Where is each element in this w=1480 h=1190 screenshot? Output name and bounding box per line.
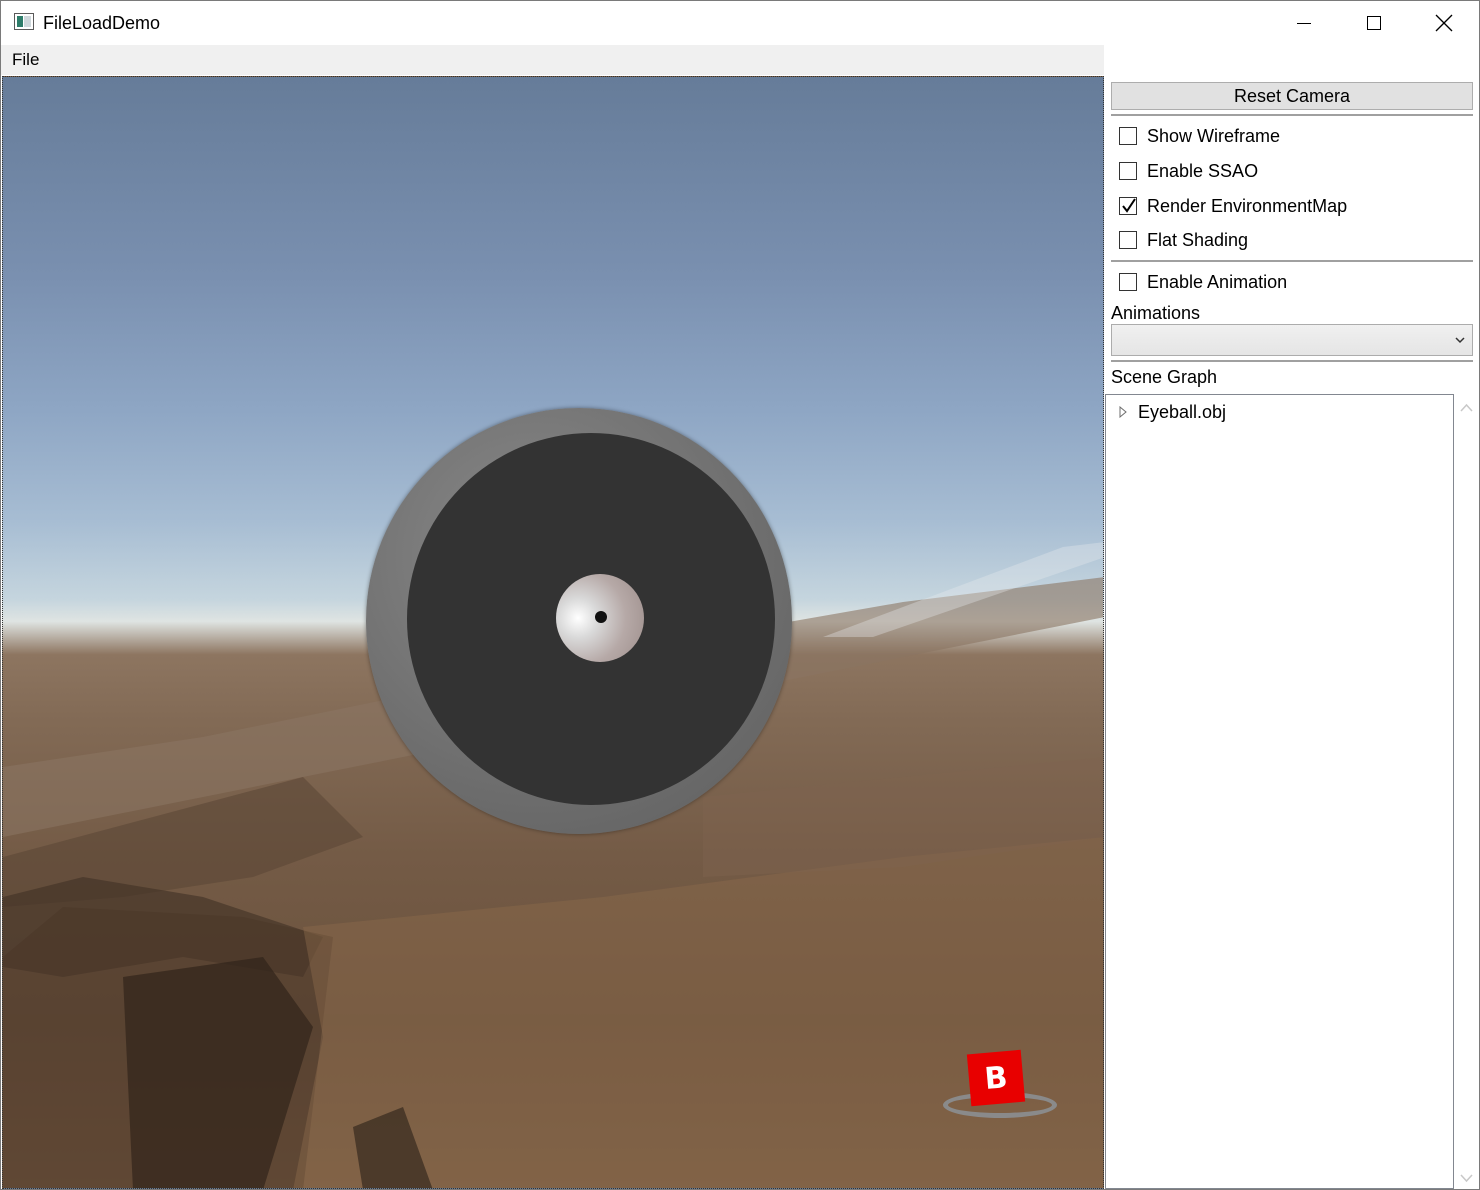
expand-arrow-icon[interactable]	[1118, 406, 1128, 418]
checkbox-box[interactable]	[1119, 162, 1137, 180]
close-icon	[1435, 14, 1453, 32]
checkbox-box[interactable]	[1119, 197, 1137, 215]
show-wireframe-checkbox[interactable]: Show Wireframe	[1119, 124, 1280, 148]
animations-label: Animations	[1111, 303, 1201, 323]
separator	[1111, 360, 1473, 363]
app-icon	[14, 13, 34, 30]
checkbox-label: Render EnvironmentMap	[1147, 195, 1348, 216]
scroll-up-icon[interactable]	[1460, 403, 1473, 413]
checkbox-label: Enable SSAO	[1147, 160, 1259, 181]
3d-viewport[interactable]: B	[2, 76, 1104, 1189]
separator	[1111, 260, 1473, 263]
checkbox-box[interactable]	[1119, 127, 1137, 145]
animations-dropdown[interactable]	[1111, 324, 1473, 356]
title-bar[interactable]: FileLoadDemo	[1, 1, 1479, 45]
chevron-down-icon	[1455, 337, 1465, 344]
checkbox-box[interactable]	[1119, 273, 1137, 291]
tree-item[interactable]: Eyeball.obj	[1118, 401, 1226, 423]
checkbox-label: Show Wireframe	[1147, 125, 1281, 146]
checkbox-box[interactable]	[1119, 231, 1137, 249]
maximize-icon	[1367, 16, 1381, 30]
app-window: FileLoadDemo File B Reset Camera Show Wi…	[0, 0, 1480, 1190]
enable-ssao-checkbox[interactable]: Enable SSAO	[1119, 159, 1258, 183]
view-cube[interactable]: B	[966, 1049, 1026, 1107]
enable-animation-checkbox[interactable]: Enable Animation	[1119, 270, 1287, 294]
checkbox-label: Flat Shading	[1147, 229, 1249, 250]
scene-graph-tree[interactable]: Eyeball.obj	[1105, 394, 1454, 1189]
window-title: FileLoadDemo	[43, 13, 161, 33]
menu-bar: File	[1, 45, 1104, 75]
minimize-icon	[1297, 22, 1311, 24]
scene-graph-label: Scene Graph	[1111, 367, 1218, 387]
checkbox-label: Enable Animation	[1147, 271, 1288, 292]
menu-file[interactable]: File	[12, 50, 39, 70]
checkmark-icon	[1122, 198, 1136, 213]
tree-item-label: Eyeball.obj	[1138, 401, 1227, 422]
maximize-button[interactable]	[1339, 1, 1409, 45]
vertical-scrollbar[interactable]	[1454, 394, 1479, 1189]
render-environment-map-checkbox[interactable]: Render EnvironmentMap	[1119, 194, 1347, 218]
flat-shading-checkbox[interactable]: Flat Shading	[1119, 228, 1248, 252]
control-panel: Reset Camera Show Wireframe Enable SSAO …	[1105, 45, 1479, 1189]
separator	[1111, 114, 1473, 117]
scroll-down-icon[interactable]	[1460, 1173, 1473, 1183]
eyeball-pupil	[595, 611, 607, 623]
reset-camera-button[interactable]: Reset Camera	[1111, 82, 1473, 110]
minimize-button[interactable]	[1269, 1, 1339, 45]
close-button[interactable]	[1409, 1, 1479, 45]
